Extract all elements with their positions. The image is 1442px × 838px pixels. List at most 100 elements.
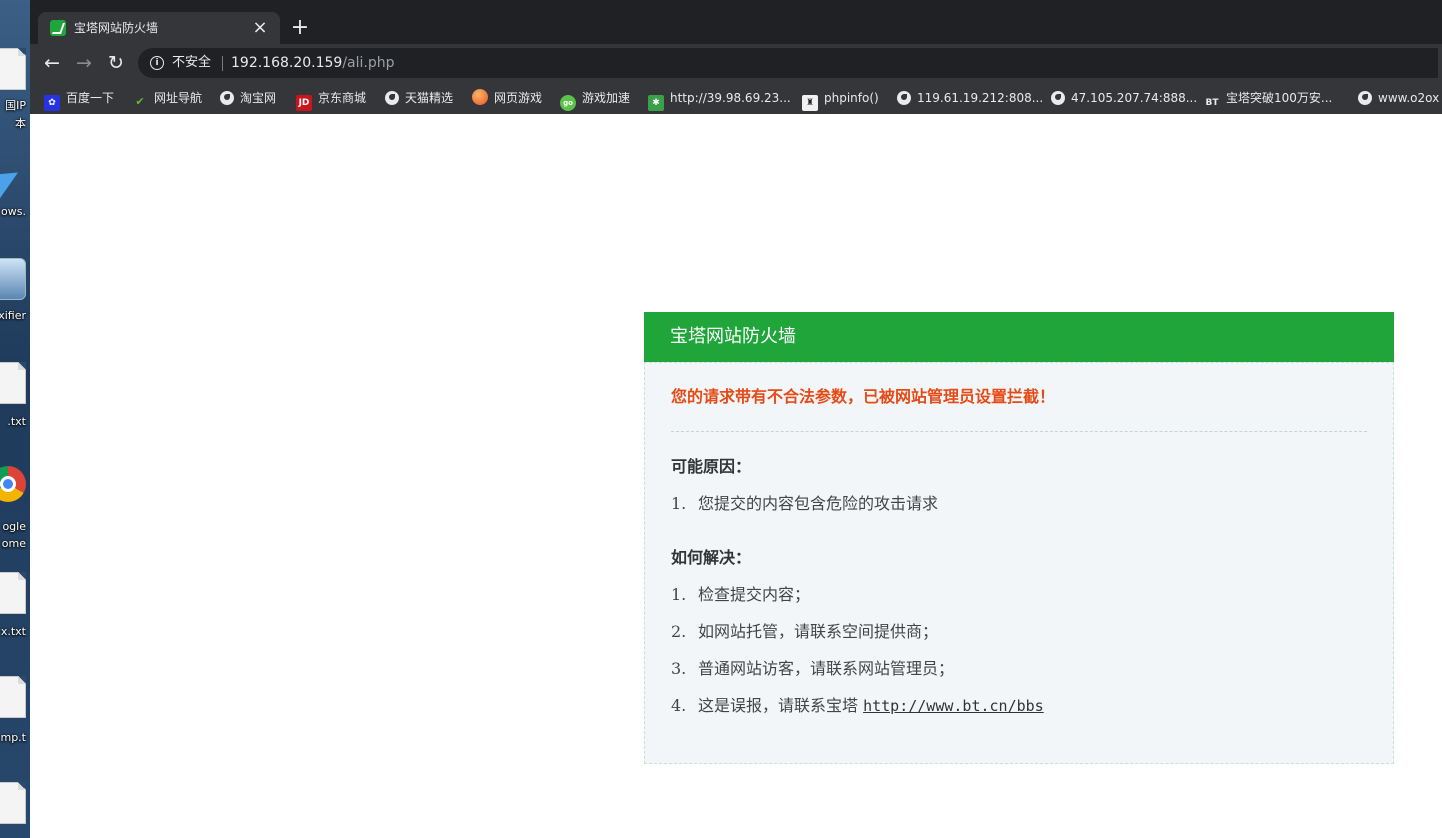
desktop-background: 国IP 本 ows. xifier .txt ogle ome x.txt mp… <box>0 0 30 838</box>
bookmark-label: 百度一下 <box>66 91 115 105</box>
bookmark-phpinfo[interactable]: ♜ phpinfo() <box>802 88 879 111</box>
url-path: /ali.php <box>342 55 395 71</box>
bt-favicon-icon <box>50 20 66 36</box>
bookmark-label: 天猫精选 <box>405 91 454 105</box>
bookmark-o2ox[interactable]: www.o2ox <box>1358 88 1439 108</box>
list-number: 1. <box>671 494 687 513</box>
bt-icon: BT <box>1205 98 1219 108</box>
tab-strip: 宝塔网站防火墙 × + <box>30 0 1442 44</box>
address-bar[interactable]: i 不安全 192.168.20.159/ali.php <box>138 48 1438 78</box>
list-number: 4. <box>671 696 687 715</box>
bookmark-label: phpinfo() <box>824 91 879 105</box>
desktop-label: x.txt <box>0 625 26 638</box>
bookmark-hao[interactable]: ✔ 网址导航 <box>132 88 202 108</box>
globe-icon <box>385 91 399 105</box>
desktop-label: 国IP <box>5 99 26 112</box>
bookmark-label: 淘宝网 <box>240 91 277 105</box>
bookmark-baidu[interactable]: ✿ 百度一下 <box>44 88 115 111</box>
chrome-icon <box>0 466 26 502</box>
list-number: 2. <box>671 622 687 641</box>
game-accel-icon: go <box>560 95 576 111</box>
bookmark-label: 游戏加速 <box>582 91 631 105</box>
bookmark-bt[interactable]: BT 宝塔突破100万安... <box>1204 88 1333 108</box>
desktop-label: ome <box>1 537 26 550</box>
bookmark-label: www.o2ox <box>1378 91 1440 105</box>
panel-body: 您的请求带有不合法参数，已被网站管理员设置拦截！ 可能原因： 1. 您提交的内容包… <box>644 362 1394 764</box>
bt-forum-link[interactable]: http://www.bt.cn/bbs <box>863 697 1044 715</box>
solution-text: 普通网站访客，请联系网站管理员； <box>698 659 955 678</box>
bookmark-ip-39[interactable]: ✱ http://39.98.69.23... <box>648 88 791 111</box>
list-number: 3. <box>671 659 687 678</box>
page-content: 宝塔网站防火墙 您的请求带有不合法参数，已被网站管理员设置拦截！ 可能原因： 1… <box>30 114 1442 838</box>
close-tab-icon[interactable]: × <box>250 18 270 38</box>
solution-item: 3. 普通网站访客，请联系网站管理员； <box>671 657 954 681</box>
divider <box>671 431 1367 432</box>
list-number: 1. <box>671 585 687 604</box>
solution-text: 这是误报，请联系宝塔 <box>698 696 864 715</box>
reasons-heading: 可能原因： <box>671 457 752 476</box>
text-file-icon <box>0 782 26 824</box>
app-icon <box>0 258 26 300</box>
solution-item: 2. 如网站托管，请联系空间提供商； <box>671 620 938 644</box>
bookmark-tmall[interactable]: 天猫精选 <box>385 88 453 108</box>
navigation-toolbar: ← → ↻ i 不安全 192.168.20.159/ali.php <box>30 44 1442 82</box>
bookmark-label: 网页游戏 <box>494 91 543 105</box>
baidu-paw-icon: ✿ <box>44 95 60 111</box>
desktop-label: 本 <box>15 117 26 130</box>
panel-title: 宝塔网站防火墙 <box>670 326 796 347</box>
reload-icon[interactable]: ↻ <box>104 51 128 75</box>
url-host: 192.168.20.159 <box>231 55 343 71</box>
solution-text: 检查提交内容； <box>698 585 811 604</box>
panel-header: 宝塔网站防火墙 <box>644 312 1394 362</box>
globe-icon <box>220 91 234 105</box>
url-text[interactable]: 192.168.20.159/ali.php <box>231 53 395 73</box>
bookmark-game-accel[interactable]: go 游戏加速 <box>560 88 631 111</box>
bookmark-label: 47.105.207.74:888... <box>1071 91 1198 105</box>
solution-text: 如网站托管，请联系空间提供商； <box>698 622 939 641</box>
security-status[interactable]: 不安全 <box>172 54 211 72</box>
info-icon[interactable]: i <box>150 56 164 70</box>
solutions-heading: 如何解决： <box>671 548 752 567</box>
solution-item: 1. 检查提交内容； <box>671 583 810 607</box>
bookmark-taobao[interactable]: 淘宝网 <box>220 88 276 108</box>
balloon-icon <box>472 89 488 105</box>
bookmarks-bar: ✿ 百度一下 ✔ 网址导航 淘宝网 JD 京东商城 天猫精选 网页游戏 go 游戏加速 … <box>30 82 1442 114</box>
text-file-icon <box>0 676 26 718</box>
reason-text: 您提交的内容包含危险的攻击请求 <box>698 494 939 513</box>
reason-item: 1. 您提交的内容包含危险的攻击请求 <box>671 492 938 516</box>
bookmark-ip-119[interactable]: 119.61.19.212:808... <box>897 88 1043 108</box>
bookmark-ip-47[interactable]: 47.105.207.74:888... <box>1051 88 1197 108</box>
bookmark-label: 宝塔突破100万安... <box>1226 91 1333 105</box>
bookmark-label: http://39.98.69.23... <box>670 91 791 105</box>
forward-arrow-icon[interactable]: → <box>72 51 96 75</box>
desktop-label: ogle <box>2 520 26 533</box>
new-tab-button[interactable]: + <box>288 16 312 40</box>
jd-icon: JD <box>296 95 312 111</box>
file-icon <box>0 48 26 90</box>
desktop-label: xifier <box>0 309 26 322</box>
divider <box>222 56 223 71</box>
globe-icon <box>1358 91 1372 105</box>
tab-firewall[interactable]: 宝塔网站防火墙 × <box>38 12 280 44</box>
globe-icon <box>1051 91 1065 105</box>
solution-item: 4. 这是误报，请联系宝塔 http://www.bt.cn/bbs <box>671 694 1044 718</box>
bookmark-label: 119.61.19.212:808... <box>917 91 1044 105</box>
bookmark-jd[interactable]: JD 京东商城 <box>296 88 367 111</box>
php-icon: ♜ <box>802 95 818 111</box>
firewall-panel: 宝塔网站防火墙 您的请求带有不合法参数，已被网站管理员设置拦截！ 可能原因： 1… <box>644 312 1394 764</box>
tab-title: 宝塔网站防火墙 <box>74 21 159 35</box>
paper-plane-icon <box>0 160 22 200</box>
bookmark-label: 京东商城 <box>318 91 367 105</box>
hao-icon: ✔ <box>135 95 145 108</box>
bookmark-webgame[interactable]: 网页游戏 <box>472 88 542 108</box>
browser-window: 宝塔网站防火墙 × + ← → ↻ i 不安全 192.168.20.159/a… <box>30 0 1442 838</box>
desktop-label: .txt <box>7 415 26 428</box>
bookmark-label: 网址导航 <box>154 91 203 105</box>
desktop-label: mp.t <box>0 731 26 744</box>
star-icon: ✱ <box>648 95 664 111</box>
text-file-icon <box>0 572 26 614</box>
text-file-icon <box>0 362 26 404</box>
globe-icon <box>897 91 911 105</box>
back-arrow-icon[interactable]: ← <box>40 51 64 75</box>
block-alert-message: 您的请求带有不合法参数，已被网站管理员设置拦截！ <box>671 387 1056 406</box>
